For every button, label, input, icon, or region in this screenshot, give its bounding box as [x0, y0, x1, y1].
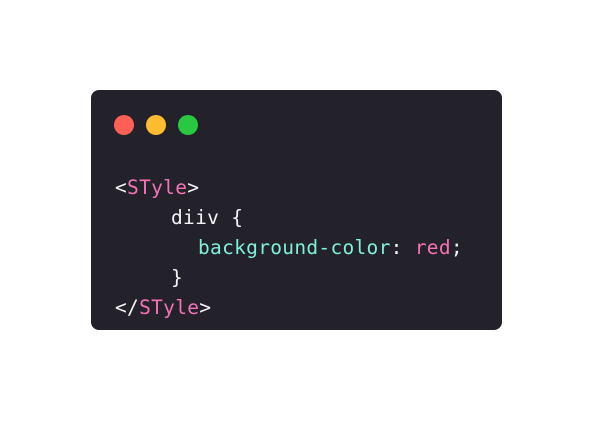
code-line-selector: diiv {	[115, 203, 463, 233]
closing-tag-open-bracket: </	[115, 296, 140, 319]
code-line-style-close: </STyle>	[115, 293, 463, 323]
close-brace: }	[171, 266, 184, 289]
code-line-style-open: <STyle>	[115, 173, 463, 203]
open-brace: {	[219, 206, 244, 229]
tag-name: STyle	[127, 176, 188, 199]
css-value: red	[414, 236, 451, 259]
tag-open-bracket: <	[115, 176, 128, 199]
code-window: <STyle> diiv {background-color: red;} </ST…	[91, 90, 502, 330]
closing-tag-close-bracket: >	[199, 296, 212, 319]
maximize-button[interactable]	[178, 115, 198, 135]
window-controls	[114, 115, 198, 135]
css-colon: :	[390, 236, 415, 259]
css-semicolon: ;	[450, 236, 463, 259]
css-selector: diiv	[171, 206, 220, 229]
minimize-button[interactable]	[146, 115, 166, 135]
code-line-close-brace: }	[115, 263, 463, 293]
closing-tag-name: STyle	[139, 296, 200, 319]
code-line-declaration: background-color: red;	[115, 233, 463, 263]
code-block: <STyle> diiv {background-color: red;} </ST…	[115, 173, 463, 323]
tag-close-bracket: >	[187, 176, 200, 199]
css-property: background-color	[198, 236, 391, 259]
close-button[interactable]	[114, 115, 134, 135]
